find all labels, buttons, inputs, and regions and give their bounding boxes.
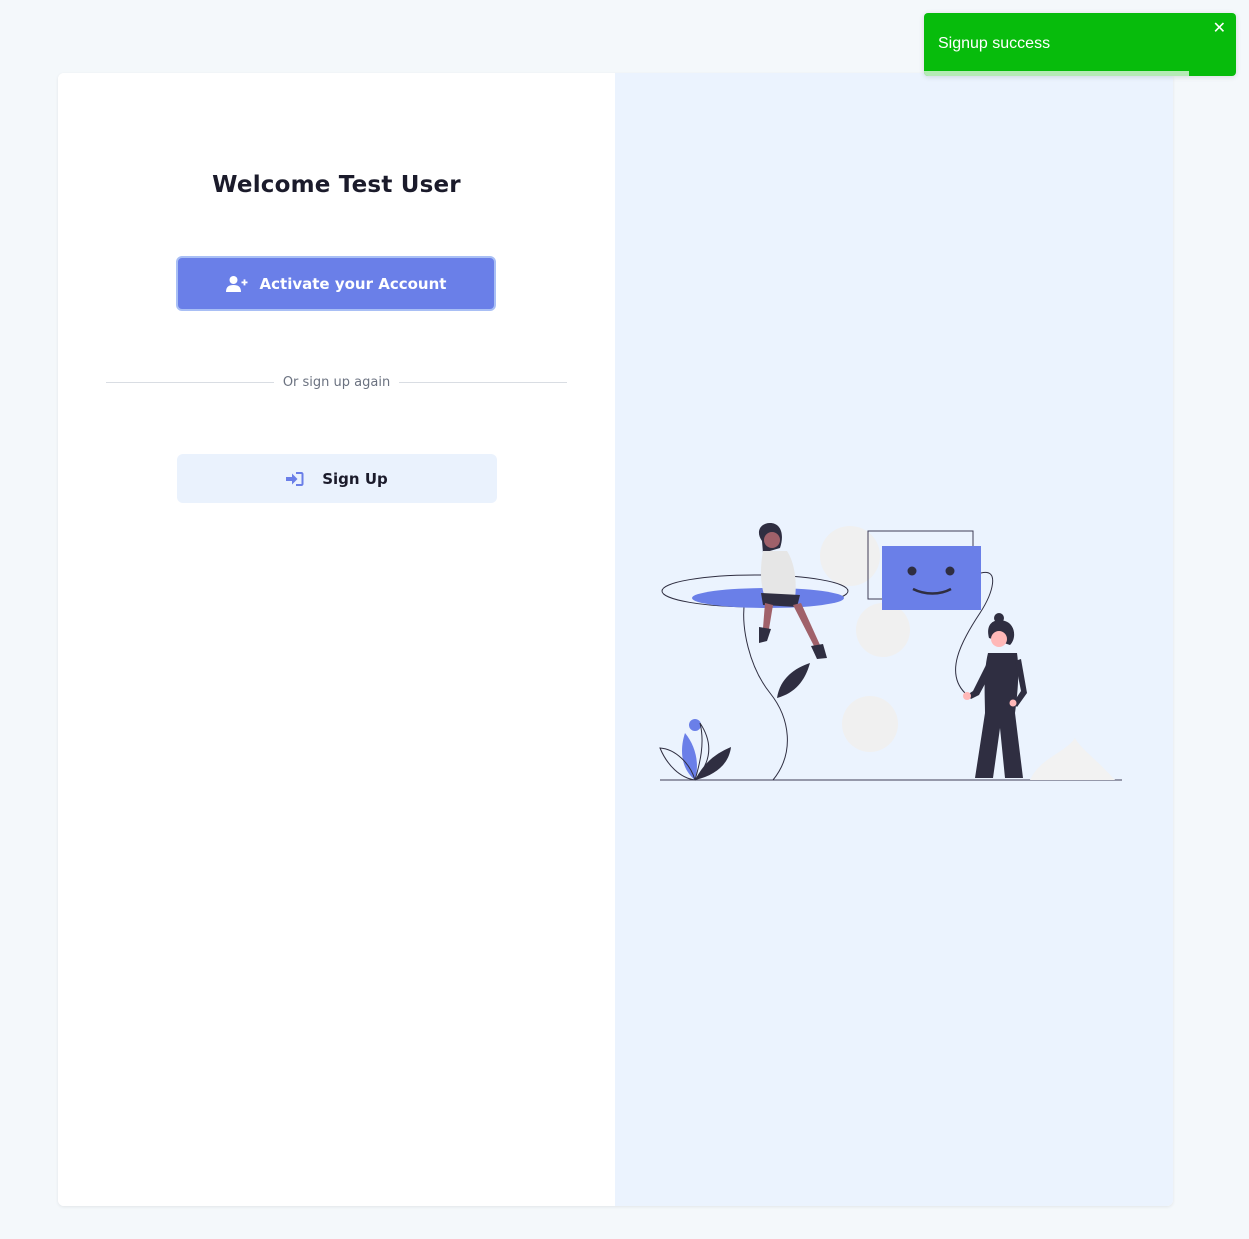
woman-top bbox=[760, 551, 796, 598]
toast-notification[interactable]: Signup success ✕ bbox=[924, 13, 1236, 76]
chat-box bbox=[882, 546, 981, 610]
flower-bud bbox=[689, 719, 701, 731]
sign-up-label: Sign Up bbox=[322, 469, 388, 488]
divider-line-left bbox=[106, 381, 274, 383]
activate-account-button[interactable]: Activate your Account bbox=[176, 256, 496, 311]
activate-account-label: Activate your Account bbox=[259, 274, 447, 293]
page: Welcome Test User Activate your Account … bbox=[0, 0, 1249, 1239]
flower-petal bbox=[682, 733, 697, 780]
eye bbox=[907, 566, 917, 576]
bush bbox=[1030, 738, 1115, 780]
bg-circle bbox=[842, 696, 898, 752]
sign-in-icon bbox=[286, 471, 304, 487]
auth-card: Welcome Test User Activate your Account … bbox=[58, 73, 1173, 1206]
divider: Or sign up again bbox=[106, 372, 568, 392]
leaf bbox=[777, 663, 810, 698]
toast-message: Signup success bbox=[938, 35, 1051, 52]
sign-up-button[interactable]: Sign Up bbox=[177, 454, 497, 503]
woman-shoe bbox=[811, 644, 827, 659]
woman2-head bbox=[991, 631, 1007, 647]
woman-shoe bbox=[759, 627, 771, 643]
bg-circle bbox=[856, 603, 910, 657]
woman2-pants bbox=[975, 713, 1023, 778]
welcome-title: Welcome Test User bbox=[212, 172, 461, 198]
left-panel: Welcome Test User Activate your Account … bbox=[58, 73, 615, 1206]
divider-text: Or sign up again bbox=[282, 374, 391, 390]
woman2-hand bbox=[1009, 699, 1017, 707]
illustration bbox=[659, 523, 1122, 781]
eye bbox=[945, 566, 955, 576]
woman2-hand bbox=[963, 692, 971, 700]
bg-circle bbox=[820, 526, 880, 586]
divider-line-right bbox=[399, 381, 568, 383]
close-icon[interactable]: ✕ bbox=[1213, 19, 1226, 37]
user-plus-icon bbox=[225, 275, 248, 293]
woman-head bbox=[764, 532, 780, 548]
right-panel bbox=[615, 73, 1173, 1206]
toast-progress-bar bbox=[924, 71, 1190, 76]
woman-leg bbox=[793, 603, 820, 648]
flower-petal bbox=[695, 747, 731, 780]
